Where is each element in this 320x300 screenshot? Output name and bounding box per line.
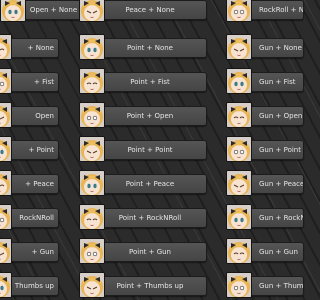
node-label: Point + Peace <box>125 180 175 188</box>
node-label: Gun + RockNRoll <box>259 214 303 222</box>
avatar-face-icon <box>0 204 12 230</box>
node-label: Gun + Gun <box>259 248 298 256</box>
avatar-face-icon <box>79 170 105 196</box>
expression-node[interactable]: Point + Fist <box>93 72 207 92</box>
node-label: Point + RockNRoll <box>118 214 182 222</box>
avatar-face-icon <box>226 170 252 196</box>
avatar-face-icon <box>0 136 12 162</box>
expression-node[interactable]: Point + Thumbs up <box>93 276 207 296</box>
avatar-face-icon <box>226 204 252 230</box>
expression-node[interactable]: Point + Gun <box>93 242 207 262</box>
avatar-face-icon <box>0 272 12 298</box>
expression-node[interactable]: Peace + None <box>93 0 207 20</box>
avatar-face-icon <box>226 102 252 128</box>
expression-node[interactable]: Gun + None <box>244 38 304 58</box>
avatar-face-icon <box>226 34 252 60</box>
node-label: + Gun <box>31 248 54 256</box>
expression-node[interactable]: Gun + Peace <box>244 174 304 194</box>
avatar-face-icon <box>0 68 12 94</box>
node-label: Point + Point <box>127 146 173 154</box>
avatar-face-icon <box>0 238 12 264</box>
avatar-face-icon <box>79 0 105 22</box>
avatar-face-icon <box>0 34 12 60</box>
expression-node[interactable]: Gun + Open <box>244 106 304 126</box>
avatar-face-icon <box>79 34 105 60</box>
node-label: Open <box>35 112 54 120</box>
node-label: Gun + Fist <box>259 78 296 86</box>
expression-node[interactable]: Point + Point <box>93 140 207 160</box>
node-label: Gun + Thumbs up <box>259 282 304 290</box>
expression-node[interactable]: Point + None <box>93 38 207 58</box>
node-label: RockNRoll <box>19 214 54 222</box>
expression-node[interactable]: Gun + Gun <box>244 242 304 262</box>
expression-node[interactable]: Gun + RockNRoll <box>244 208 304 228</box>
avatar-face-icon <box>79 136 105 162</box>
avatar-face-icon <box>226 136 252 162</box>
avatar-face-icon <box>226 68 252 94</box>
expression-node[interactable]: Point + RockNRoll <box>93 208 207 228</box>
avatar-face-icon <box>0 102 12 128</box>
avatar-face-icon <box>226 0 252 22</box>
avatar-face-icon <box>79 204 105 230</box>
avatar-face-icon <box>226 238 252 264</box>
avatar-face-icon <box>79 238 105 264</box>
node-label: Peace + None <box>125 6 175 14</box>
avatar-face-icon <box>0 0 26 22</box>
expression-node[interactable]: Point + Open <box>93 106 207 126</box>
node-label: Gun + Point <box>259 146 301 154</box>
node-label: + Fist <box>34 78 54 86</box>
node-label: + Peace <box>25 180 54 188</box>
avatar-face-icon <box>79 272 105 298</box>
expression-node[interactable]: Gun + Point <box>244 140 304 160</box>
node-label: Point + Gun <box>129 248 171 256</box>
node-label: Point + Fist <box>130 78 170 86</box>
node-label: Gun + None <box>259 44 302 52</box>
expression-node[interactable]: Point + Peace <box>93 174 207 194</box>
avatar-face-icon <box>226 272 252 298</box>
node-label: Point + Open <box>126 112 174 120</box>
expression-node[interactable]: RockRoll + None <box>244 0 304 20</box>
node-label: Gun + Peace <box>259 180 304 188</box>
avatar-face-icon <box>79 68 105 94</box>
node-label: + Point <box>28 146 54 154</box>
expression-node[interactable]: Gun + Fist <box>244 72 304 92</box>
node-label: + None <box>27 44 54 52</box>
avatar-face-icon <box>0 170 12 196</box>
node-label: Gun + Open <box>259 112 303 120</box>
node-label: Thumbs up <box>14 282 54 290</box>
node-label: RockRoll + None <box>259 6 304 14</box>
expression-node[interactable]: Gun + Thumbs up <box>244 276 304 296</box>
node-label: Point + None <box>127 44 173 52</box>
avatar-face-icon <box>79 102 105 128</box>
node-label: Point + Thumbs up <box>116 282 184 290</box>
node-graph-canvas[interactable]: Open + None + None + Fist Open + Point + Peac… <box>0 0 304 300</box>
